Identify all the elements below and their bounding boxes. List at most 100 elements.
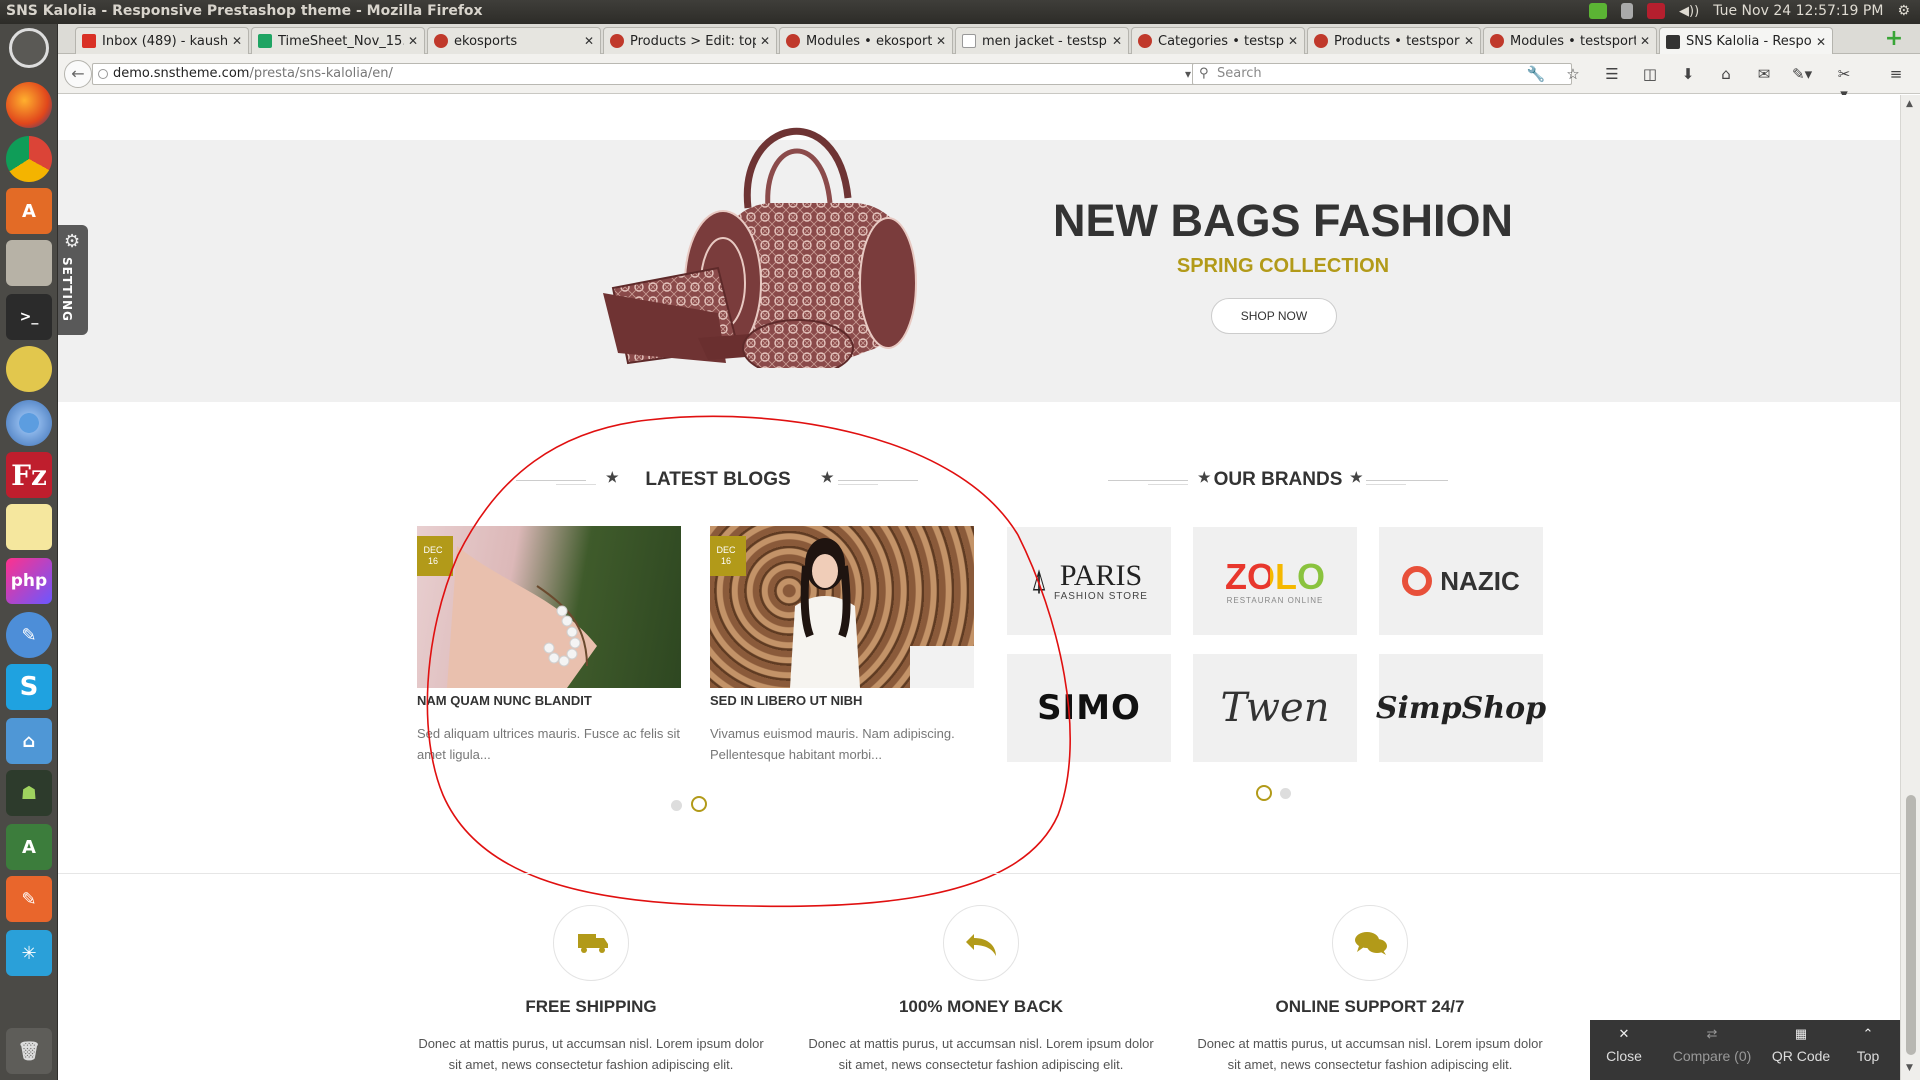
tab-sns-kalolia[interactable]: SNS Kalolia - Respo... ✕ <box>1659 27 1833 55</box>
home-app-icon[interactable]: ⌂ <box>6 718 52 764</box>
globe-icon <box>98 69 108 79</box>
inkscape-icon[interactable]: ✎ <box>6 612 52 658</box>
qr-code-icon: ▦ <box>1794 1026 1808 1041</box>
tab-products-edit[interactable]: Products > Edit: top... ✕ <box>603 27 777 54</box>
close-icon[interactable]: ✕ <box>1640 34 1650 48</box>
ubuntu-dash-icon[interactable] <box>9 28 49 68</box>
tab-men-jacket[interactable]: men jacket - testsp... ✕ <box>955 27 1129 54</box>
close-icon[interactable]: ✕ <box>1464 34 1474 48</box>
prestashop-icon <box>786 34 800 48</box>
compare-label: Compare (0) <box>1672 1048 1752 1064</box>
pencil-app-icon[interactable]: ✎ <box>6 876 52 922</box>
compare-button[interactable]: ⇄ Compare (0) <box>1666 1026 1758 1064</box>
browser-tab-bar: Inbox (489) - kausha... ✕ TimeSheet_Nov_… <box>58 24 1920 55</box>
search-icon: ⚲ <box>1199 66 1209 81</box>
starburst-app-icon[interactable]: ✳ <box>6 930 52 976</box>
web-page: ⚙ SETTING NEW BAGS FASHION SPRING COLLEC… <box>58 95 1900 1080</box>
tab-label: Modules • ekosports <box>806 33 932 49</box>
close-icon[interactable]: ✕ <box>1816 35 1826 49</box>
close-icon[interactable]: ✕ <box>1288 34 1298 48</box>
developer-tools-icon[interactable]: ✎▾ <box>1792 64 1812 84</box>
bookmark-star-icon[interactable]: ☆ <box>1563 64 1583 84</box>
url-bar[interactable]: demo.snstheme.com/presta/sns-kalolia/en/… <box>92 63 1212 85</box>
chat-bubbles-icon <box>1355 932 1387 955</box>
volume-icon[interactable]: ◀)) <box>1679 4 1699 19</box>
close-icon[interactable]: ✕ <box>408 34 418 48</box>
close-icon[interactable]: ✕ <box>584 34 594 48</box>
tab-products-testsports[interactable]: Products • testsports ✕ <box>1307 27 1481 54</box>
update-icon[interactable] <box>1589 3 1608 19</box>
qr-code-button[interactable]: ▦ QR Code <box>1770 1026 1832 1064</box>
gmail-icon <box>82 34 96 48</box>
network-icon[interactable] <box>1621 3 1634 19</box>
sticky-notes-icon[interactable] <box>6 504 52 550</box>
feature-title: 100% MONEY BACK <box>898 997 1064 1016</box>
tab-gmail[interactable]: Inbox (489) - kausha... ✕ <box>75 27 249 54</box>
navigation-toolbar: ← demo.snstheme.com/presta/sns-kalolia/e… <box>58 54 1920 103</box>
page-scrollbar[interactable]: ▲ ▼ <box>1900 95 1920 1080</box>
ubuntu-launcher: A >_ Fz php ✎ S ⌂ ☗ A ✎ ✳ 🗑 <box>0 24 58 1080</box>
back-to-top-button[interactable]: ⌃ Top <box>1850 1026 1886 1064</box>
window-title: SNS Kalolia - Responsive Prestashop them… <box>6 3 483 19</box>
reading-list-icon[interactable]: ☰ <box>1602 64 1622 84</box>
dropdown-arrow-icon[interactable]: ▾ <box>1185 64 1191 84</box>
android-sdk-icon[interactable]: ☗ <box>6 770 52 816</box>
tab-label: men jacket - testsp... <box>982 33 1108 49</box>
skype-icon[interactable]: S <box>6 664 52 710</box>
chrome-icon[interactable] <box>6 136 52 182</box>
android-studio-icon[interactable]: A <box>6 824 52 870</box>
scroll-down-arrow-icon[interactable]: ▼ <box>1906 1063 1913 1073</box>
extension-icon[interactable]: ✂▾ <box>1834 64 1854 103</box>
software-center-icon[interactable]: A <box>6 188 52 234</box>
pocket-icon[interactable]: ◫ <box>1640 64 1660 84</box>
trash-icon[interactable]: 🗑 <box>6 1028 52 1074</box>
tab-timesheet[interactable]: TimeSheet_Nov_15... ✕ <box>251 27 425 54</box>
clock[interactable]: Tue Nov 24 12:57:19 PM <box>1713 3 1883 19</box>
scrollbar-thumb[interactable] <box>1906 795 1916 1055</box>
tab-label: Modules • testsports <box>1510 33 1636 49</box>
tab-label: Products > Edit: top... <box>630 33 756 49</box>
phpstorm-icon[interactable]: php <box>6 558 52 604</box>
reply-arrow-icon <box>966 934 996 956</box>
prestashop-icon <box>434 34 448 48</box>
files-icon[interactable] <box>6 240 52 286</box>
close-icon[interactable]: ✕ <box>1112 34 1122 48</box>
top-label: Top <box>1856 1048 1880 1064</box>
tab-modules-testsports[interactable]: Modules • testsports ✕ <box>1483 27 1657 54</box>
battery-icon[interactable] <box>1647 3 1666 19</box>
close-icon[interactable]: ✕ <box>760 34 770 48</box>
system-tray: ◀)) Tue Nov 24 12:57:19 PM ⚙ <box>1589 3 1910 19</box>
scroll-up-arrow-icon[interactable]: ▲ <box>1906 99 1913 109</box>
download-icon[interactable]: ⬇ <box>1678 64 1698 84</box>
feature-text: Donec at mattis purus, ut accumsan nisl.… <box>418 1036 764 1072</box>
tab-label: ekosports <box>454 33 518 49</box>
prestashop-icon <box>610 34 624 48</box>
wrench-icon[interactable]: 🔧 <box>1526 64 1546 84</box>
chromium-icon[interactable] <box>6 400 52 446</box>
tab-categories[interactable]: Categories • testsp... ✕ <box>1131 27 1305 54</box>
tab-label: TimeSheet_Nov_15... <box>278 33 404 49</box>
feature-icon-circle <box>1332 905 1408 981</box>
close-icon[interactable]: ✕ <box>232 34 242 48</box>
home-icon[interactable]: ⌂ <box>1716 64 1736 84</box>
terminal-icon[interactable]: >_ <box>6 294 52 340</box>
truck-icon <box>578 934 608 953</box>
hamburger-menu-icon[interactable]: ≡ <box>1886 64 1906 84</box>
close-icon[interactable]: ✕ <box>936 34 946 48</box>
qr-code-label: QR Code <box>1771 1048 1831 1064</box>
floating-bottom-toolbar: ✕ Close ⇄ Compare (0) ▦ QR Code ⌃ Top <box>1590 1020 1900 1080</box>
back-arrow-icon[interactable]: ← <box>64 60 92 88</box>
tab-ekosports[interactable]: ekosports ✕ <box>427 27 601 54</box>
feature-title: ONLINE SUPPORT 24/7 <box>1275 997 1465 1016</box>
kettle-app-icon[interactable] <box>6 346 52 392</box>
tab-modules-ekosports[interactable]: Modules • ekosports ✕ <box>779 27 953 54</box>
firefox-icon[interactable] <box>6 82 52 128</box>
close-toolbar-button[interactable]: ✕ Close <box>1604 1026 1644 1064</box>
system-gear-icon[interactable]: ⚙ <box>1897 3 1910 19</box>
new-tab-plus-icon[interactable]: + <box>1882 28 1906 52</box>
chat-icon[interactable]: ✉ <box>1754 64 1774 84</box>
search-bar[interactable]: ⚲ Search <box>1192 63 1572 85</box>
os-top-bar: SNS Kalolia - Responsive Prestashop them… <box>0 0 1920 24</box>
tab-label: Inbox (489) - kausha... <box>102 33 228 49</box>
filezilla-icon[interactable]: Fz <box>6 452 52 498</box>
